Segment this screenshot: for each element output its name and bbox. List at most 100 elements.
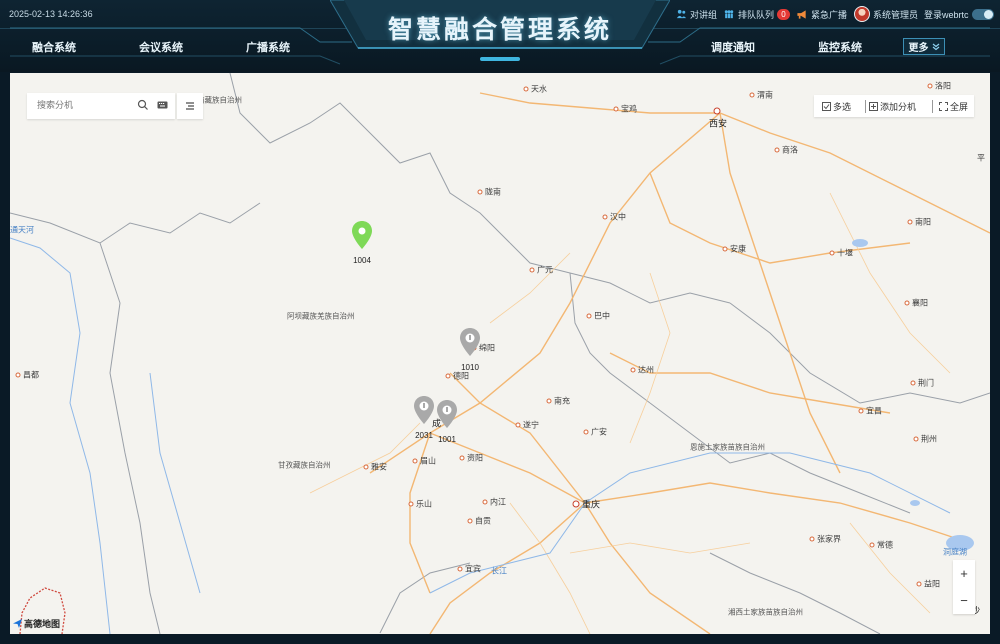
intercom-icon [676, 9, 687, 18]
admin-name: 系统管理员 [873, 9, 919, 20]
place-shiyan: 十堰 [837, 248, 853, 258]
megaphone-icon [797, 9, 806, 19]
multi-select-button[interactable]: 多选 [822, 100, 851, 113]
place-suining: 遂宁 [523, 420, 539, 430]
fullscreen-label: 全屏 [950, 102, 969, 112]
place-ganzi: 甘孜藏族自治州 [278, 460, 331, 470]
map-pin-icon [460, 328, 480, 356]
place-bazhong: 巴中 [594, 311, 610, 321]
keyboard-icon[interactable] [157, 100, 168, 110]
intercom-label: 对讲组 [690, 9, 718, 20]
nav-dispatch-notice[interactable]: 调度通知 [711, 39, 755, 55]
place-enshi: 恩施土家族苗族自治州 [690, 442, 765, 452]
place-dot [774, 147, 780, 153]
nav-fusion-system[interactable]: 融合系统 [32, 39, 76, 55]
place-yichang: 宜昌 [866, 406, 882, 416]
place-tongtianhe: 通天河 [10, 225, 34, 235]
place-changdu: 昌都 [23, 370, 39, 380]
nav-broadcast-system[interactable]: 广播系统 [246, 39, 290, 55]
place-dot [408, 501, 414, 507]
map-pin-icon [437, 400, 457, 428]
place-dot [910, 380, 916, 386]
place-leshan: 乐山 [416, 499, 432, 509]
webrtc-label: 登录webrtc [924, 9, 969, 20]
extension-search-box [27, 93, 175, 119]
place-guangyuan: 广元 [537, 265, 553, 275]
place-dot [927, 83, 933, 89]
admin-menu[interactable]: 系统管理员 [854, 6, 918, 22]
place-dot [15, 372, 21, 378]
fullscreen-button[interactable]: 全屏 [932, 100, 968, 113]
zoom-control: + − [953, 560, 975, 614]
search-icon[interactable] [137, 99, 149, 111]
queue-button[interactable]: 排队队列 0 [723, 6, 791, 22]
place-dot [445, 373, 451, 379]
zoom-out-button[interactable]: − [953, 587, 975, 614]
extension-marker[interactable]: 1001 [435, 399, 459, 444]
multi-select-label: 多选 [833, 102, 852, 112]
extension-list-button[interactable] [177, 93, 203, 119]
add-box-icon [869, 102, 878, 111]
marker-label: 1010 [461, 363, 479, 372]
place-changjiang: 长江 [491, 566, 507, 576]
more-label: 更多 [908, 43, 929, 54]
nav-meeting-system[interactable]: 会议系统 [139, 39, 183, 55]
place-xiangxi: 湘西土家族苗族自治州 [728, 607, 803, 617]
more-menu-button[interactable]: 更多 [903, 38, 945, 55]
place-guangan: 广安 [591, 427, 607, 437]
place-dot [523, 86, 529, 92]
map-view[interactable]: 天水 宝鸡 渭南 西安 商洛 南藏族自治州 陇南 汉中 安康 十堰 南阳 洛阳 … [10, 73, 990, 634]
place-weinan: 渭南 [757, 90, 773, 100]
chevron-double-down-icon [932, 43, 939, 50]
place-dot [869, 542, 875, 548]
place-yaan: 雅安 [371, 462, 387, 472]
place-dot [809, 536, 815, 542]
place-jingmen: 荆门 [918, 378, 934, 388]
add-extension-button[interactable]: 添加分机 [865, 100, 916, 113]
datetime-display: 2025-02-13 14:26:36 [9, 9, 93, 19]
marker-label: 1004 [353, 256, 371, 265]
place-jingzhou: 荆州 [921, 434, 937, 444]
list-icon [186, 102, 194, 110]
map-pin-icon [352, 221, 372, 249]
place-deyang: 德阳 [453, 371, 469, 381]
search-input[interactable] [37, 100, 127, 110]
map-provider-logo: 高德地图 [13, 617, 60, 630]
top-toolbar: 对讲组 排队队列 0 紧急广播 系统管理员 登录webrtc [676, 6, 1000, 22]
place-dot [467, 518, 473, 524]
queue-icon [724, 9, 734, 18]
add-extension-label: 添加分机 [880, 102, 917, 112]
place-dot [630, 367, 636, 373]
place-gannan: 南藏族自治州 [197, 95, 242, 105]
zoom-in-button[interactable]: + [953, 560, 975, 587]
place-ziyang: 资阳 [467, 453, 483, 463]
place-dot [829, 250, 835, 256]
place-nanyang: 南阳 [915, 217, 931, 227]
emergency-broadcast-button[interactable]: 紧急广播 [796, 6, 847, 22]
place-tianshui: 天水 [531, 84, 547, 94]
place-dot [459, 455, 465, 461]
place-dot [613, 106, 619, 112]
intercom-button[interactable]: 对讲组 [676, 6, 717, 22]
place-longnan: 陇南 [485, 187, 501, 197]
place-dot [749, 92, 755, 98]
webrtc-switch[interactable] [971, 8, 994, 20]
queue-count-badge: 0 [777, 8, 791, 20]
extension-marker[interactable]: 2031 [412, 395, 436, 440]
place-zigong: 自贡 [475, 516, 491, 526]
place-xiangyang: 襄阳 [912, 298, 928, 308]
place-luoyang: 洛阳 [935, 81, 951, 91]
nav-monitor-system[interactable]: 监控系统 [818, 39, 862, 55]
place-dot [907, 219, 913, 225]
map-background [10, 73, 990, 634]
extension-marker[interactable]: 1004 [350, 220, 374, 265]
place-zhangjiajie: 张家界 [817, 534, 841, 544]
place-dot [546, 398, 552, 404]
marker-label: 1001 [438, 435, 456, 444]
place-dot [904, 300, 910, 306]
place-hanzhong: 汉中 [610, 212, 626, 222]
map-toolbar: 多选 添加分机 全屏 [814, 95, 974, 117]
webrtc-login-toggle[interactable]: 登录webrtc [924, 6, 994, 22]
place-dot [722, 246, 728, 252]
extension-marker[interactable]: 1010 [458, 327, 482, 372]
